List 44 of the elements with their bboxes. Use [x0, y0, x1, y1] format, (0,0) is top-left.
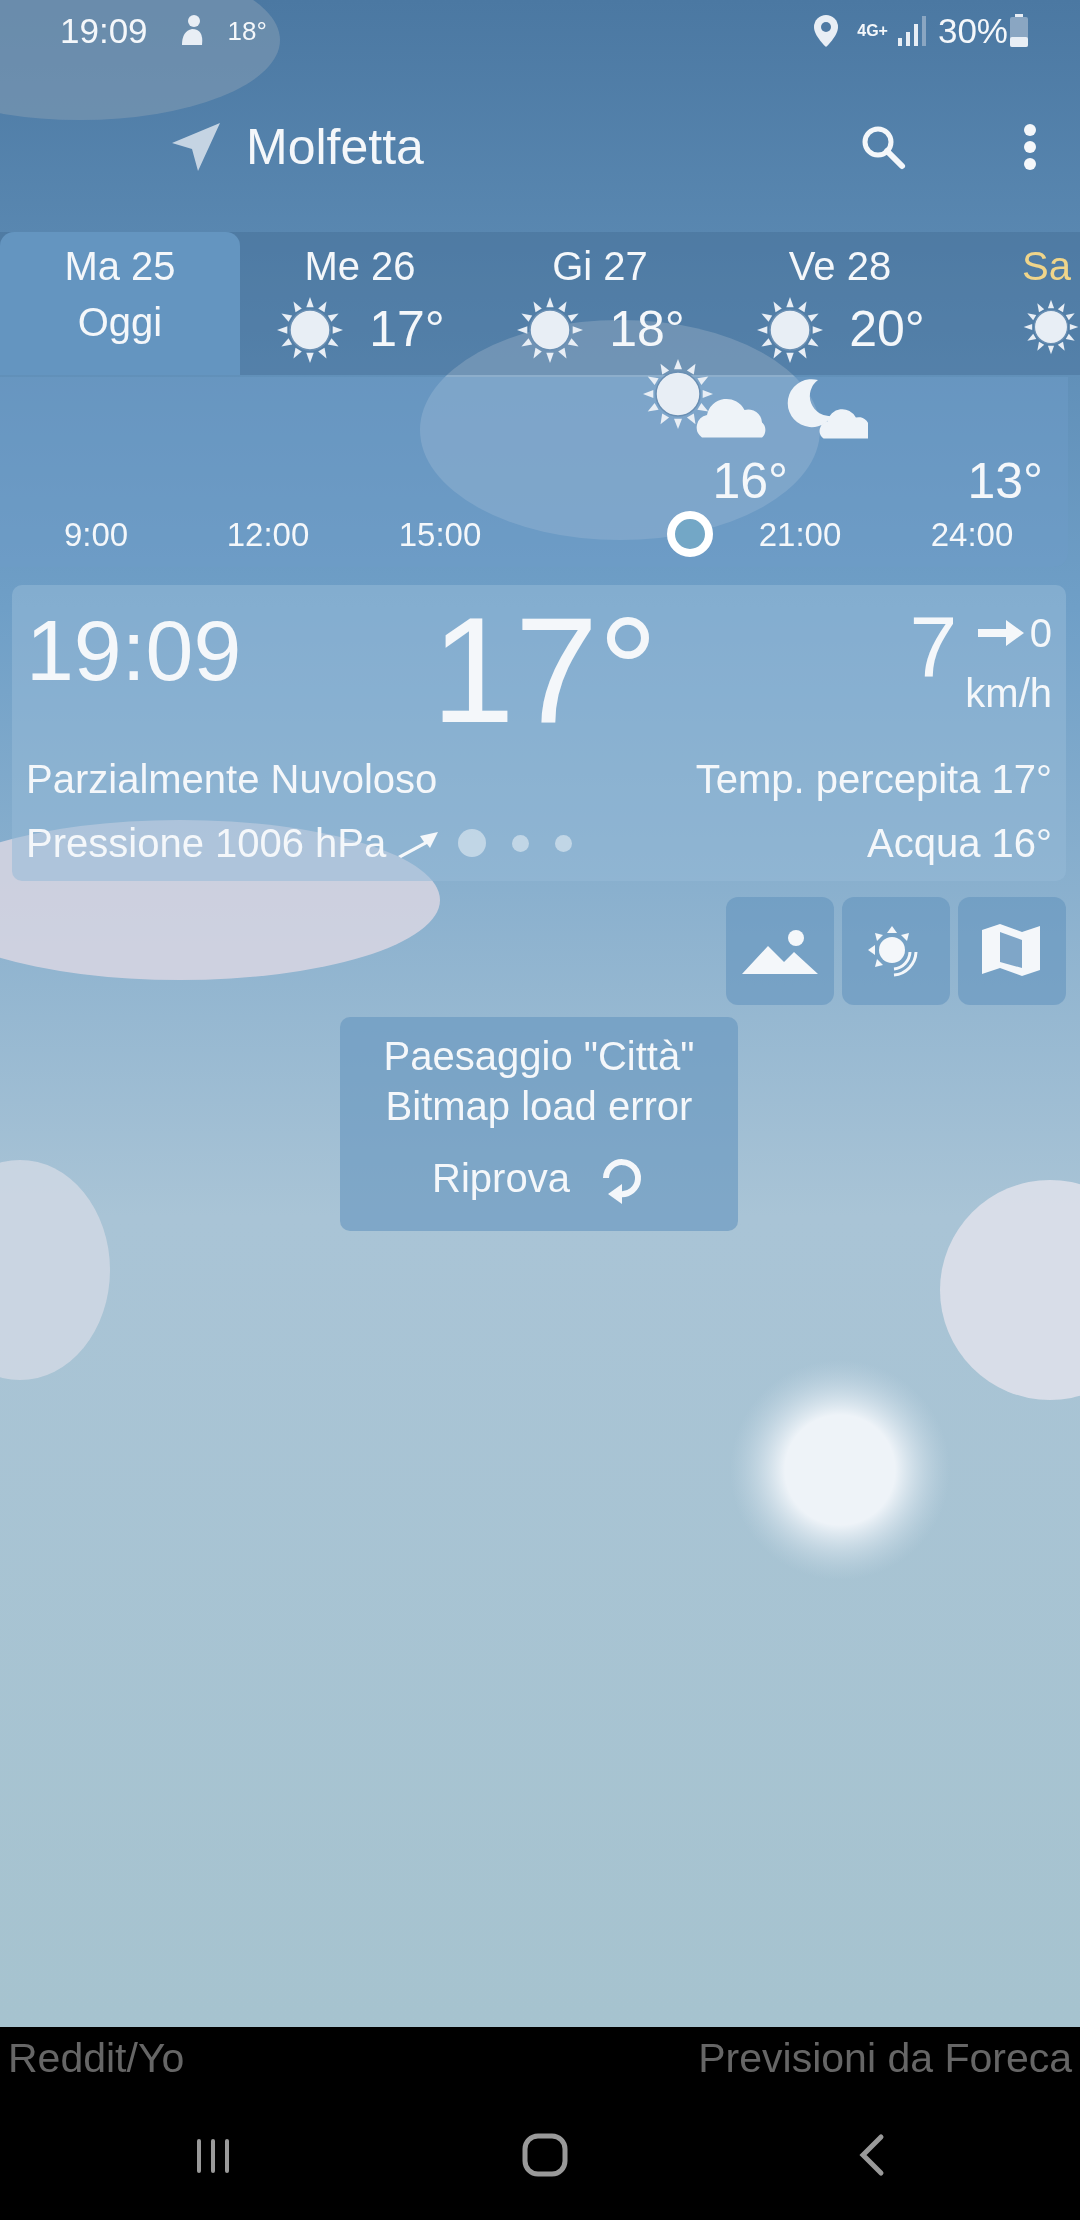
navigation-arrow-icon: [170, 121, 222, 173]
water-temperature: Acqua 16°: [866, 820, 1052, 867]
sun-radiation-button[interactable]: [842, 897, 950, 1005]
wind-unit: km/h: [965, 670, 1052, 717]
photo-credit: Reddit/Yo: [8, 2033, 185, 2083]
day-tab[interactable]: Me 26 17°: [240, 232, 480, 375]
page-dot[interactable]: [555, 834, 573, 852]
hour-label: 15:00: [398, 514, 482, 555]
day-tab[interactable]: Ma 25 Oggi: [0, 232, 240, 375]
map-button[interactable]: [958, 897, 1066, 1005]
network-type: 4G+: [857, 21, 888, 41]
battery-icon: [1008, 13, 1030, 49]
pressure-reading: Pressione 1006 hPa: [26, 820, 387, 867]
hour-label: 24:00: [930, 514, 1014, 555]
day-tab[interactable]: Gi 27 18°: [480, 232, 720, 375]
data-source-credit: Previsioni da Foreca: [698, 2033, 1072, 2083]
day-tab[interactable]: Ve 28 20°: [720, 232, 960, 375]
home-icon[interactable]: [522, 2132, 568, 2178]
wind-speed: 7: [909, 603, 958, 689]
temperature-text: 18°: [609, 300, 685, 359]
wind-direction-arrow-icon: [975, 618, 1026, 648]
clock-time: 19:09: [60, 9, 148, 52]
forecast-temperature: 16°: [712, 455, 788, 506]
temperature-text: 20°: [849, 300, 925, 359]
hour-label: 9:00: [63, 514, 129, 555]
landscape-button[interactable]: [726, 897, 834, 1005]
current-time-marker-icon: [666, 510, 714, 559]
temperature-text: 17°: [369, 300, 445, 359]
forecast-temperature: 13°: [967, 455, 1043, 506]
current-temperature: 17°: [431, 595, 659, 745]
retry-button[interactable]: Riprova: [426, 1147, 652, 1209]
feels-like-temperature: Temp. percepita 17°: [695, 756, 1052, 803]
error-message: Paesaggio "Città" Bitmap load error: [383, 1033, 695, 1130]
wind-gust: 0: [1029, 610, 1052, 657]
weather-condition: Parzialmente Nuvoloso: [26, 756, 438, 803]
city-name: Molfetta: [246, 117, 424, 177]
current-time: 19:09: [26, 603, 242, 698]
day-tab[interactable]: Sa: [960, 232, 1080, 375]
page-dot[interactable]: [512, 834, 530, 852]
hour-label: 21:00: [758, 514, 842, 555]
battery-percent: 30%: [937, 9, 1008, 52]
page-dot[interactable]: [458, 829, 487, 857]
hour-label: 12:00: [226, 514, 310, 555]
temperature-text: 18°: [227, 14, 267, 48]
